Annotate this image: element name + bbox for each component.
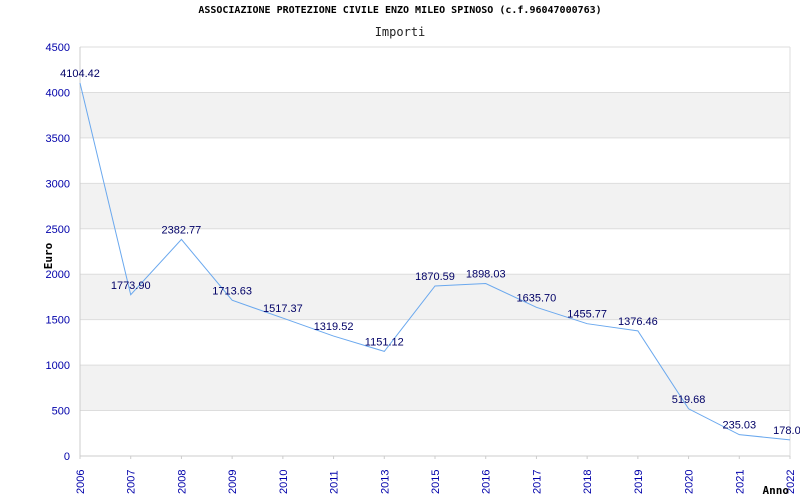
x-tick-label: 2016 bbox=[481, 470, 493, 494]
data-label: 1713.63 bbox=[212, 285, 252, 297]
y-tick-label: 2500 bbox=[46, 224, 70, 236]
y-tick-label: 0 bbox=[64, 451, 70, 463]
x-tick-label: 2008 bbox=[176, 470, 188, 494]
y-tick-label: 500 bbox=[52, 406, 70, 418]
x-tick-label: 2007 bbox=[126, 470, 138, 494]
y-axis-label: Euro bbox=[42, 242, 55, 269]
x-axis-label: Anno bbox=[763, 484, 790, 497]
grid-band bbox=[80, 92, 790, 138]
y-tick-label: 4500 bbox=[46, 42, 70, 54]
data-label: 178.03 bbox=[773, 425, 800, 437]
x-tick-label: 2019 bbox=[633, 470, 645, 494]
grid-bands bbox=[80, 92, 790, 411]
data-label: 1870.59 bbox=[415, 271, 455, 283]
x-tick-label: 2018 bbox=[582, 470, 594, 494]
data-label: 519.68 bbox=[672, 394, 706, 406]
y-tick-label: 1000 bbox=[46, 360, 70, 372]
data-label: 1517.37 bbox=[263, 303, 303, 315]
data-label: 2382.77 bbox=[162, 224, 202, 236]
data-label: 1773.90 bbox=[111, 280, 151, 292]
x-tick-label: 2011 bbox=[329, 470, 341, 494]
x-tick-label: 2010 bbox=[278, 470, 290, 494]
data-label: 1376.46 bbox=[618, 316, 658, 328]
y-tick-label: 1500 bbox=[46, 315, 70, 327]
line-chart: 0 500 1000 1500 2000 2500 3000 3500 4000 4500 200… bbox=[42, 42, 800, 497]
y-tick-label: 3000 bbox=[46, 178, 70, 190]
x-tick-label: 2015 bbox=[430, 470, 442, 494]
x-tick-label: 2009 bbox=[227, 470, 239, 494]
x-tick-label: 2006 bbox=[75, 470, 87, 494]
x-tick-label: 2021 bbox=[734, 470, 746, 494]
y-tick-label: 3500 bbox=[46, 133, 70, 145]
data-label: 1635.70 bbox=[517, 292, 557, 304]
y-tick-label: 2000 bbox=[46, 269, 70, 281]
x-tick-labels: 2006 2007 2008 2009 2010 2011 2013 2015 2016 2017… bbox=[75, 456, 797, 494]
data-label: 1151.12 bbox=[365, 336, 404, 348]
data-label: 235.03 bbox=[722, 420, 756, 432]
x-tick-label: 2017 bbox=[531, 470, 543, 494]
data-label: 4104.42 bbox=[60, 68, 100, 80]
x-tick-label: 2020 bbox=[684, 470, 696, 494]
x-tick-label: 2013 bbox=[379, 470, 391, 494]
data-label: 1898.03 bbox=[466, 268, 506, 280]
data-label: 1319.52 bbox=[314, 321, 354, 333]
data-label: 1455.77 bbox=[567, 309, 607, 321]
y-tick-label: 4000 bbox=[46, 87, 70, 99]
grid-band bbox=[80, 183, 790, 229]
